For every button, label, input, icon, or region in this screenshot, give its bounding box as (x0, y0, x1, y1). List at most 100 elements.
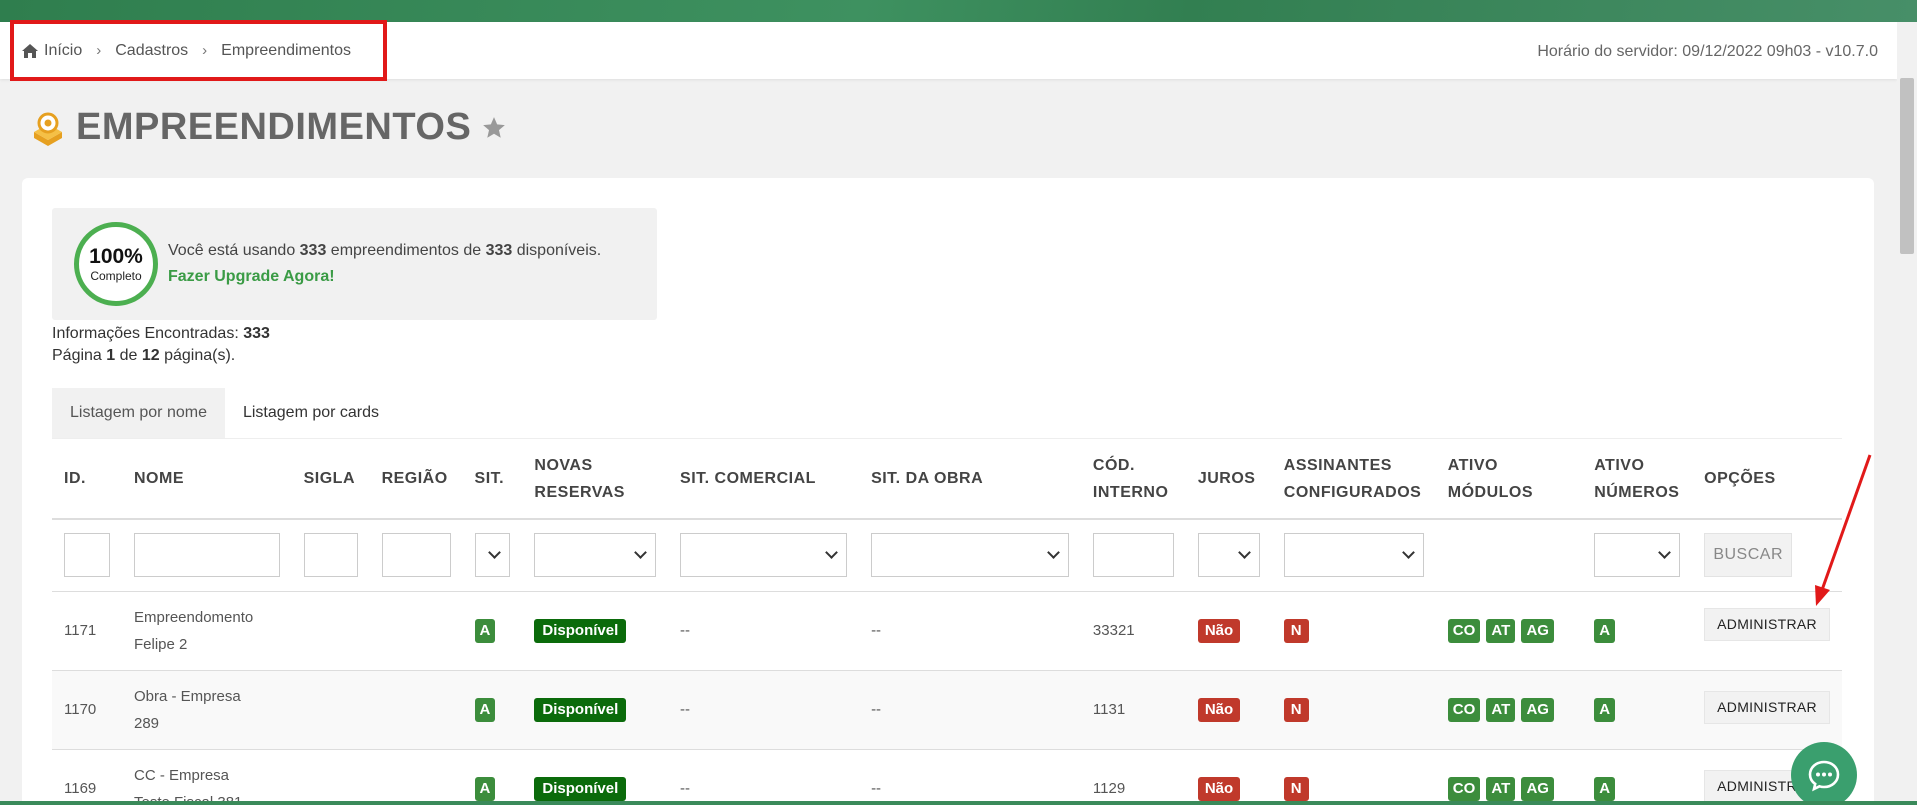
table-header-row: ID. NOME SIGLA REGIÃO SIT. NOVAS RESERVAS… (52, 439, 1842, 520)
col-nome: NOME (122, 439, 292, 520)
filter-assinantes-select[interactable] (1283, 533, 1424, 578)
module-at-badge: AT (1486, 619, 1516, 643)
chevron-down-icon (1401, 546, 1415, 560)
cell-cod-interno: 1131 (1080, 670, 1186, 750)
star-icon[interactable] (481, 115, 507, 141)
module-co-badge: CO (1447, 619, 1481, 643)
juros-badge: Não (1197, 698, 1241, 722)
novas-reservas-badge: Disponível (534, 777, 627, 801)
filter-sigla-input[interactable] (303, 533, 358, 578)
usage-percent: 100% (89, 244, 143, 268)
administrar-button[interactable]: ADMINISTRAR (1704, 607, 1830, 641)
col-sit-comercial: SIT. COMERCIAL (668, 439, 860, 520)
numeros-badge: A (1594, 619, 1616, 643)
filter-id-input[interactable] (64, 533, 110, 578)
chevron-down-icon (825, 546, 838, 560)
col-regiao: REGIÃO (369, 439, 463, 520)
col-id: ID. (52, 439, 122, 520)
breadcrumb-current: Empreendimentos (221, 41, 352, 59)
chat-button[interactable] (1791, 742, 1857, 805)
module-co-badge: CO (1447, 698, 1481, 722)
filter-sit-comercial-select[interactable] (680, 533, 848, 578)
listing-tabs: Listagem por nome Listagem por cards (52, 388, 397, 438)
module-ag-badge: AG (1521, 698, 1554, 722)
module-ag-badge: AG (1521, 619, 1554, 643)
module-at-badge: AT (1486, 698, 1516, 722)
table-row: 1169 CC - Empresa Teste Fiscal 381 A Disp… (52, 749, 1842, 805)
filter-sit-obra-select[interactable] (871, 533, 1069, 578)
col-sit: SIT. (462, 439, 523, 520)
chevron-down-icon (634, 546, 647, 560)
col-ativo-numeros: ATIVO NÚMEROS (1582, 439, 1693, 520)
server-time: Horário do servidor: 09/12/2022 09h03 - … (1537, 43, 1878, 60)
filter-sit-select[interactable] (474, 533, 511, 578)
cell-nome: Obra - Empresa 289 (122, 670, 292, 750)
chevron-down-icon (488, 546, 502, 560)
cell-nome: CC - Empresa Teste Fiscal 381 (122, 749, 292, 805)
assinantes-badge: N (1283, 698, 1309, 722)
sit-badge: A (474, 619, 496, 643)
novas-reservas-badge: Disponível (534, 619, 627, 643)
cell-sit-comercial: -- (668, 591, 860, 671)
buscar-button[interactable]: BUSCAR (1704, 533, 1793, 578)
usage-percent-label: Completo (90, 268, 142, 283)
chevron-down-icon (1658, 546, 1672, 560)
filter-juros-select[interactable] (1197, 533, 1260, 578)
usage-box: 100% Completo Você está usando 333 empre… (52, 208, 657, 320)
cell-sit-comercial: -- (668, 749, 860, 805)
usage-progress-ring: 100% Completo (74, 222, 158, 306)
filter-ativo-numeros-select[interactable] (1594, 533, 1681, 578)
juros-badge: Não (1197, 619, 1241, 643)
home-icon (22, 43, 38, 58)
cell-sit-obra: -- (859, 749, 1081, 805)
results-count: Informações Encontradas: 333 (52, 325, 270, 342)
col-opcoes: OPÇÕES (1692, 439, 1842, 520)
chat-bubble-icon (1808, 760, 1840, 792)
page-header: EMPREENDIMENTOS (30, 106, 507, 149)
numeros-badge: A (1594, 777, 1616, 801)
chevron-down-icon (1047, 546, 1060, 560)
juros-badge: Não (1197, 777, 1241, 801)
usage-message: Você está usando 333 empreendimentos de … (168, 242, 602, 259)
assinantes-badge: N (1283, 777, 1309, 801)
cell-cod-interno: 1129 (1080, 749, 1186, 805)
cell-sit-comercial: -- (668, 670, 860, 750)
tab-listagem-por-cards[interactable]: Listagem por cards (225, 388, 397, 438)
filter-novas-reservas-select[interactable] (534, 533, 657, 578)
cell-sit-obra: -- (859, 591, 1081, 671)
administrar-button[interactable]: ADMINISTRAR (1704, 690, 1830, 724)
table-row: 1171 Empreendomento Felipe 2 A Disponível… (52, 591, 1842, 671)
scrollbar[interactable] (1897, 22, 1917, 805)
bottom-bar (0, 801, 1917, 805)
breadcrumb-cadastros[interactable]: Cadastros (115, 42, 188, 60)
filter-row: BUSCAR (52, 519, 1842, 592)
scrollbar-thumb[interactable] (1900, 78, 1914, 254)
tab-listagem-por-nome[interactable]: Listagem por nome (52, 388, 225, 438)
module-co-badge: CO (1447, 777, 1481, 801)
sit-badge: A (474, 777, 496, 801)
novas-reservas-badge: Disponível (534, 698, 627, 722)
empreendimentos-table: ID. NOME SIGLA REGIÃO SIT. NOVAS RESERVAS… (52, 439, 1842, 805)
top-header-bar (0, 0, 1917, 22)
filter-nome-input[interactable] (134, 533, 280, 578)
numeros-badge: A (1594, 698, 1616, 722)
module-ag-badge: AG (1521, 777, 1554, 801)
cell-id: 1169 (52, 749, 122, 805)
col-assinantes: ASSINANTES CONFIGURADOS (1271, 439, 1436, 520)
cell-sit-obra: -- (859, 670, 1081, 750)
table-row: 1170 Obra - Empresa 289 A Disponível -- -… (52, 670, 1842, 750)
page-title: EMPREENDIMENTOS (76, 106, 472, 148)
module-at-badge: AT (1486, 777, 1516, 801)
upgrade-link[interactable]: Fazer Upgrade Agora! (168, 268, 335, 286)
cell-id: 1170 (52, 670, 122, 750)
filter-cod-interno-input[interactable] (1092, 533, 1174, 578)
filter-regiao-input[interactable] (381, 533, 451, 578)
assinantes-badge: N (1283, 619, 1309, 643)
cell-nome: Empreendomento Felipe 2 (122, 591, 292, 671)
cell-id: 1171 (52, 591, 122, 671)
pagination-info: Página 1 de 12 página(s). (52, 347, 236, 364)
breadcrumb-home[interactable]: Início (22, 42, 82, 60)
breadcrumb-home-label[interactable]: Início (44, 42, 82, 60)
chevron-down-icon (1237, 546, 1251, 560)
col-ativo-modulos: ATIVO MÓDULOS (1435, 439, 1583, 520)
